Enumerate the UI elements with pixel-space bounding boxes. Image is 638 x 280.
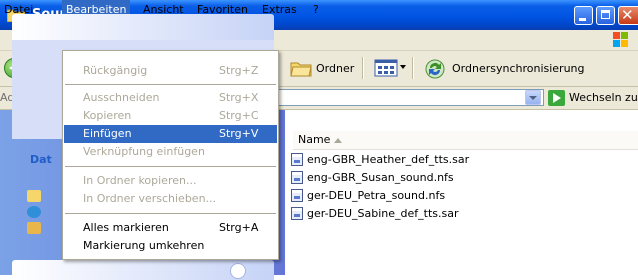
menu-item-label: Einfügen bbox=[83, 127, 132, 140]
views-icon[interactable] bbox=[374, 59, 398, 77]
maximize-button[interactable] bbox=[596, 6, 615, 25]
folders-icon[interactable] bbox=[290, 59, 312, 77]
menu-item-label: Markierung umkehren bbox=[83, 239, 205, 252]
toolbar-separator bbox=[412, 57, 414, 79]
menu-item-shortcut: Strg+C bbox=[219, 109, 259, 122]
menu-item-copy[interactable]: Kopieren Strg+C bbox=[64, 107, 277, 125]
task-box-title[interactable]: Dat bbox=[30, 153, 52, 166]
file-icon bbox=[291, 207, 303, 220]
menu-item-shortcut: Strg+A bbox=[219, 221, 259, 234]
minimize-button[interactable] bbox=[574, 6, 593, 25]
menu-item-label: In Ordner kopieren... bbox=[83, 174, 197, 187]
menu-item-shortcut: Strg+X bbox=[219, 91, 259, 104]
menu-item-move-to-folder[interactable]: In Ordner verschieben... bbox=[64, 190, 277, 208]
menu-item-label: Kopieren bbox=[83, 109, 132, 122]
column-header[interactable] bbox=[293, 131, 638, 150]
file-name: ger-DEU_Petra_sound.nfs bbox=[307, 189, 446, 202]
menu-item-shortcut: Strg+Z bbox=[219, 64, 259, 77]
windows-logo-icon bbox=[613, 32, 628, 47]
folder-icon[interactable] bbox=[27, 190, 41, 202]
go-arrow-icon[interactable] bbox=[548, 90, 565, 106]
minimize-icon bbox=[579, 18, 586, 21]
close-button[interactable]: ✕ bbox=[618, 6, 638, 25]
menu-item-invert-selection[interactable]: Markierung umkehren bbox=[64, 237, 277, 255]
folders-button-label[interactable]: Ordner bbox=[316, 62, 354, 75]
menu-separator bbox=[65, 84, 276, 85]
collapse-icon[interactable] bbox=[230, 263, 246, 279]
menu-item-select-all[interactable]: Alles markieren Strg+A bbox=[64, 219, 277, 237]
menu-item-label: Ausschneiden bbox=[83, 91, 160, 104]
file-name: eng-GBR_Heather_def_tts.sar bbox=[307, 153, 470, 166]
sync-button-label[interactable]: Ordnersynchronisierung bbox=[452, 62, 585, 75]
address-input[interactable] bbox=[262, 89, 544, 106]
menu-item-label: Rückgängig bbox=[83, 64, 148, 77]
menu-item-cut[interactable]: Ausschneiden Strg+X bbox=[64, 89, 277, 107]
menu-item-label: Alles markieren bbox=[83, 221, 169, 234]
address-dropdown-icon[interactable] bbox=[525, 90, 541, 105]
share-folder-icon[interactable] bbox=[27, 222, 41, 234]
menu-item-paste[interactable]: Einfügen Strg+V bbox=[64, 125, 277, 143]
file-name: ger-DEU_Sabine_def_tts.sar bbox=[307, 207, 459, 220]
go-button-label[interactable]: Wechseln zu bbox=[569, 91, 638, 104]
menu-item-label: Verknüpfung einfügen bbox=[83, 145, 205, 158]
menu-item-copy-to-folder[interactable]: In Ordner kopieren... bbox=[64, 172, 277, 190]
toolbar-separator bbox=[362, 57, 364, 79]
close-icon: ✕ bbox=[621, 6, 634, 24]
menu-item-paste-shortcut[interactable]: Verknüpfung einfügen bbox=[64, 143, 277, 161]
file-icon bbox=[291, 171, 303, 184]
menu-help[interactable]: ? bbox=[313, 3, 319, 16]
task-box-header[interactable] bbox=[12, 14, 274, 40]
globe-icon[interactable] bbox=[27, 206, 41, 218]
file-icon bbox=[291, 189, 303, 202]
views-dropdown-arrow-icon[interactable] bbox=[400, 65, 406, 69]
file-icon bbox=[291, 153, 303, 166]
menu-item-label: In Ordner verschieben... bbox=[83, 192, 217, 205]
folder-sync-icon[interactable] bbox=[424, 58, 446, 80]
menu-item-shortcut: Strg+V bbox=[219, 127, 259, 140]
menu-separator bbox=[65, 213, 276, 214]
column-name-header[interactable]: Name bbox=[298, 133, 330, 146]
file-name: eng-GBR_Susan_sound.nfs bbox=[307, 171, 454, 184]
maximize-icon bbox=[601, 10, 610, 19]
menu-item-undo[interactable]: Rückgängig Strg+Z bbox=[64, 62, 277, 80]
sort-ascending-icon bbox=[334, 138, 342, 143]
edit-menu: Rückgängig Strg+Z Ausschneiden Strg+X Ko… bbox=[62, 50, 279, 260]
menu-separator bbox=[65, 166, 276, 167]
